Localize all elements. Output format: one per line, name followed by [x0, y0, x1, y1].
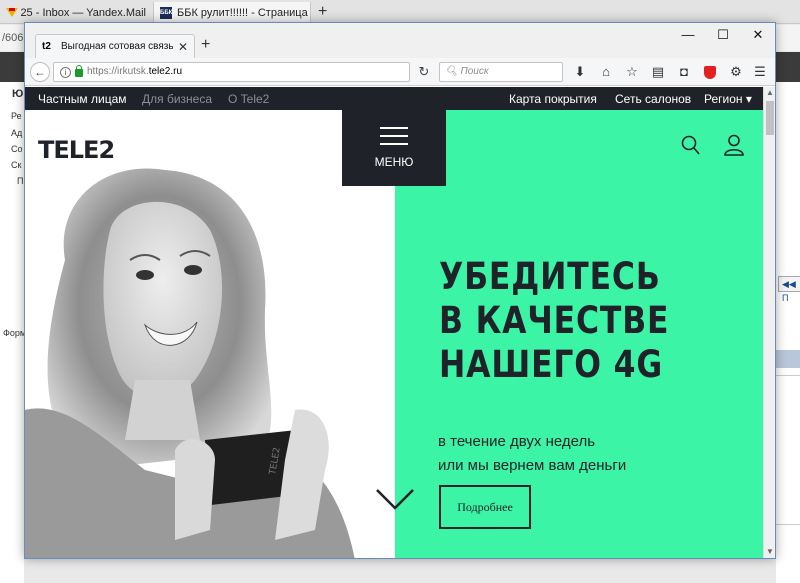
download-icon[interactable]: ⬇: [569, 62, 591, 82]
nav-about[interactable]: О Tele2: [228, 92, 269, 106]
adblock-shield-icon[interactable]: [699, 62, 721, 82]
headline-line: НАШЕГО 4G: [439, 343, 664, 386]
user-icon[interactable]: [723, 134, 745, 156]
nav-private[interactable]: Частным лицам: [38, 92, 127, 106]
bbk-icon: ББК: [160, 7, 172, 19]
woman-with-phone-photo: TELE2: [25, 168, 355, 558]
nav-coverage-map[interactable]: Карта покрытия: [509, 92, 597, 106]
scrollbar-thumb[interactable]: [766, 101, 774, 135]
navigation-toolbar: ← i https://irkutsk.tele2.ru ↻ 🔍︎ Поиск …: [25, 58, 775, 86]
background-side-label: Ре: [11, 111, 22, 121]
headline-line: УБЕДИТЕСЬ: [439, 255, 661, 298]
nav-region[interactable]: Регион ▾: [704, 92, 752, 106]
background-tab-bbk[interactable]: ББК ББК рулит!!!!!! - Страница 6 ✕: [153, 2, 311, 24]
hamburger-icon: [380, 143, 408, 145]
nav-business[interactable]: Для бизнеса: [142, 92, 212, 106]
background-side-label: Ад: [11, 128, 23, 138]
lock-icon[interactable]: [75, 65, 83, 77]
close-window-button[interactable]: ✕: [743, 27, 773, 43]
background-tab-mail[interactable]: 25 - Inbox — Yandex.Mail: [0, 2, 152, 24]
extension-icon[interactable]: ⚙: [725, 62, 747, 82]
background-tab-mail-label: 25 - Inbox — Yandex.Mail: [20, 7, 146, 19]
headline-line: В КАЧЕСТВЕ: [439, 299, 670, 342]
info-icon[interactable]: i: [60, 66, 71, 78]
more-details-button[interactable]: Подробнее: [439, 485, 531, 529]
web-page: Частным лицам Для бизнеса О Tele2 Карта …: [25, 87, 763, 558]
menu-button[interactable]: МЕНЮ: [342, 110, 446, 186]
background-panel: [776, 375, 800, 525]
title-bar: t2 Выгодная сотовая связь от ✕ + — ☐ ✕: [25, 23, 775, 58]
scroll-down-arrow-icon[interactable]: ▼: [765, 547, 775, 556]
background-pager-button[interactable]: ◀◀ П: [778, 276, 800, 303]
url-bar[interactable]: i https://irkutsk.tele2.ru: [53, 62, 410, 82]
background-left-column: Ю Ре Ад Со Ск П Форм: [0, 82, 27, 583]
tele2-logo[interactable]: TELE2: [38, 136, 115, 164]
site-top-nav: Частным лицам Для бизнеса О Tele2 Карта …: [25, 87, 763, 110]
background-new-tab-button[interactable]: +: [318, 3, 327, 21]
background-side-label: Форм: [3, 328, 27, 338]
yandex-mail-icon: [6, 8, 19, 18]
tele2-favicon: t2: [42, 40, 51, 52]
pocket-icon[interactable]: ◘: [673, 62, 695, 82]
menu-label: МЕНЮ: [374, 155, 414, 169]
subline-line: или мы вернем вам деньги: [438, 457, 627, 474]
url-scheme: https://irkutsk.: [87, 66, 149, 77]
subline-line: в течение двух недель: [438, 433, 596, 450]
promo-subline: в течение двух недель или мы вернем вам …: [438, 430, 626, 478]
background-url-fragment: /606: [2, 32, 24, 44]
page-scrollbar[interactable]: ▲ ▼: [763, 87, 775, 558]
background-tab-strip: 25 - Inbox — Yandex.Mail ББК ББК рулит!!…: [0, 0, 800, 24]
hero-image-area: TELE2: [25, 110, 395, 558]
scroll-up-arrow-icon[interactable]: ▲: [765, 88, 775, 97]
search-placeholder: Поиск: [460, 66, 489, 77]
background-side-label: П: [17, 176, 24, 186]
background-side-label: Ск: [11, 160, 22, 170]
back-button[interactable]: ←: [30, 62, 50, 82]
tab-label: Выгодная сотовая связь от: [61, 41, 173, 52]
scroll-down-chevron-icon[interactable]: [375, 487, 415, 511]
background-side-label: Ю: [12, 88, 24, 100]
maximize-button[interactable]: ☐: [708, 27, 738, 43]
background-right-column: ◀◀ П: [776, 82, 800, 583]
hamburger-icon: [380, 127, 408, 129]
tab-close-icon[interactable]: ✕: [178, 40, 188, 54]
hamburger-icon: [380, 135, 408, 137]
bookmark-star-icon[interactable]: ☆: [621, 62, 643, 82]
hamburger-menu-icon[interactable]: ☰: [749, 62, 771, 82]
bookmarks-menu-icon[interactable]: ▤: [647, 62, 669, 82]
reload-button[interactable]: ↻: [413, 62, 435, 82]
search-icon[interactable]: [681, 135, 701, 157]
firefox-window: t2 Выгодная сотовая связь от ✕ + — ☐ ✕ ←…: [24, 22, 776, 559]
promo-headline: УБЕДИТЕСЬ В КАЧЕСТВЕ НАШЕГО 4G: [439, 255, 669, 387]
new-tab-button[interactable]: +: [201, 36, 210, 54]
background-side-label: Со: [11, 144, 23, 154]
url-host: tele2.ru: [148, 66, 183, 77]
background-header-strip: [776, 350, 800, 368]
minimize-button[interactable]: —: [673, 27, 703, 42]
nav-stores[interactable]: Сеть салонов: [615, 92, 691, 106]
home-icon[interactable]: ⌂: [595, 62, 617, 82]
tab-tele2[interactable]: t2 Выгодная сотовая связь от ✕: [35, 34, 195, 58]
background-tab-bbk-label: ББК рулит!!!!!! - Страница 6: [177, 7, 311, 19]
search-input[interactable]: 🔍︎ Поиск: [439, 62, 563, 82]
